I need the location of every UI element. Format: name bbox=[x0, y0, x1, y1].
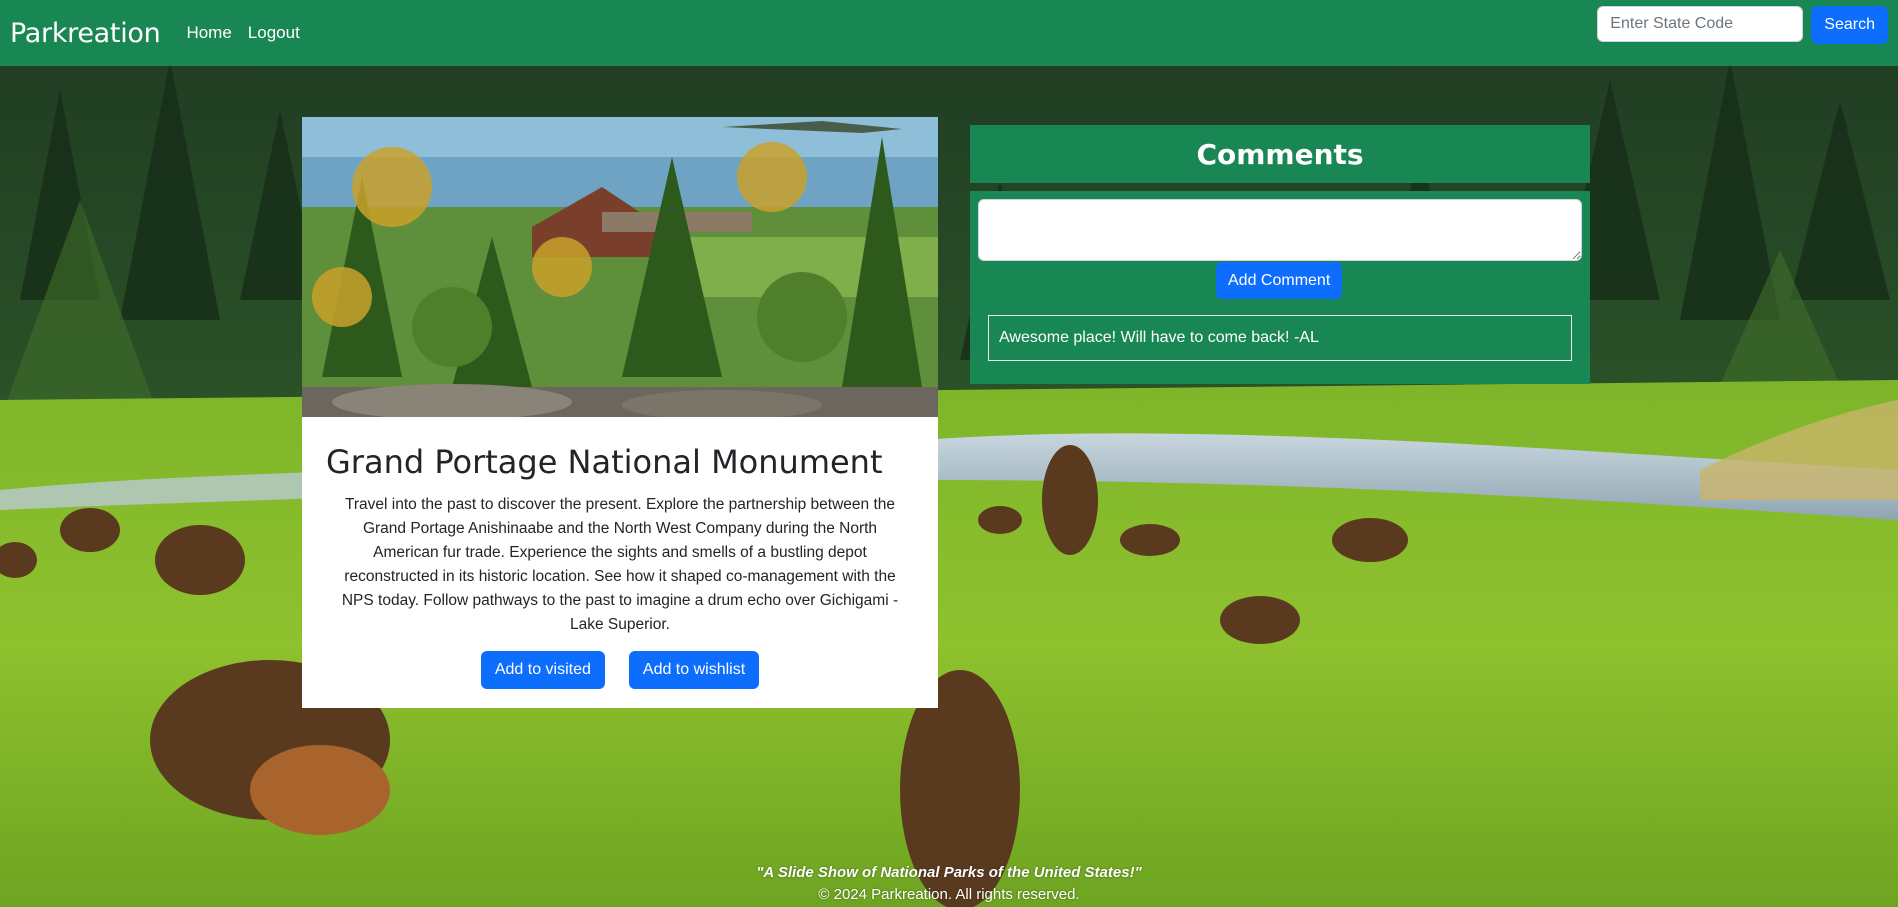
footer-copyright: © 2024 Parkreation. All rights reserved. bbox=[818, 886, 1080, 903]
nav-logout-link[interactable]: Logout bbox=[248, 23, 300, 43]
park-card: Grand Portage National Monument Travel i… bbox=[302, 117, 938, 708]
comments-title: Comments bbox=[1196, 137, 1364, 171]
comments-panel: Add Comment Awesome place! Will have to … bbox=[970, 191, 1590, 384]
footer: "A Slide Show of National Parks of the U… bbox=[0, 862, 1898, 906]
brand-logo[interactable]: Parkreation bbox=[10, 18, 161, 49]
search-button[interactable]: Search bbox=[1811, 6, 1888, 44]
background-landscape-image bbox=[0, 0, 1898, 907]
comments-header: Comments bbox=[970, 125, 1590, 183]
add-to-wishlist-button[interactable]: Add to wishlist bbox=[628, 651, 760, 689]
comment-textarea[interactable] bbox=[978, 199, 1582, 261]
state-search-form: Search bbox=[1597, 6, 1888, 44]
park-photo bbox=[302, 117, 938, 417]
add-comment-button[interactable]: Add Comment bbox=[1216, 262, 1343, 299]
state-code-input[interactable] bbox=[1597, 6, 1804, 42]
park-actions: Add to visited Add to wishlist bbox=[302, 651, 938, 689]
park-description: Travel into the past to discover the pre… bbox=[341, 496, 899, 633]
footer-tagline: "A Slide Show of National Parks of the U… bbox=[756, 864, 1142, 881]
top-navbar: Parkreation Home Logout Search bbox=[0, 0, 1898, 66]
comment-item: Awesome place! Will have to come back! -… bbox=[988, 315, 1572, 361]
add-to-visited-button[interactable]: Add to visited bbox=[480, 651, 605, 689]
park-title: Grand Portage National Monument bbox=[326, 443, 883, 481]
nav-home-link[interactable]: Home bbox=[186, 23, 231, 43]
